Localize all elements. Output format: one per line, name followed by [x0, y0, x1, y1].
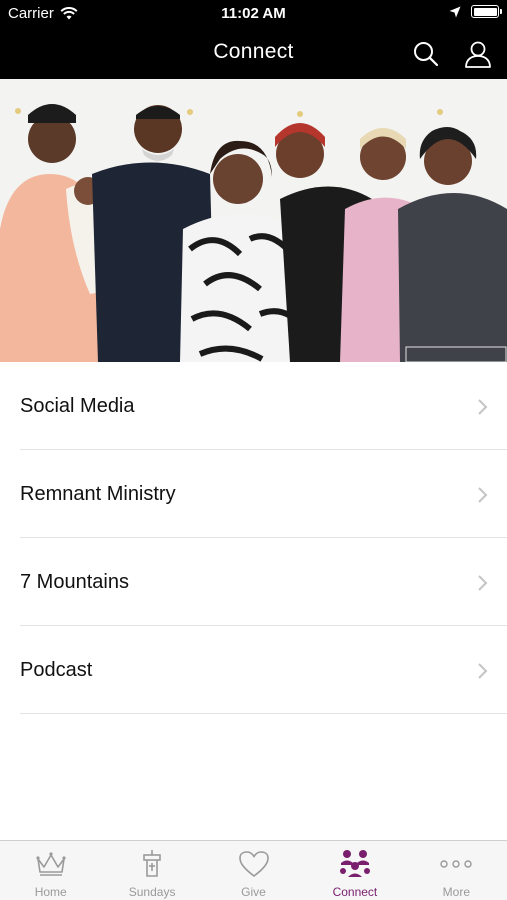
menu-item-social-media[interactable]: Social Media	[0, 362, 507, 450]
tab-label: Give	[241, 885, 266, 899]
group-photo-illustration	[0, 79, 507, 362]
menu-item-7-mountains[interactable]: 7 Mountains	[0, 538, 507, 626]
pulpit-icon	[135, 849, 169, 879]
chevron-right-icon	[478, 399, 488, 415]
tab-connect[interactable]: Connect	[304, 841, 405, 900]
profile-icon	[465, 41, 491, 68]
hero-group-photo	[0, 79, 507, 362]
status-right	[449, 5, 502, 18]
tab-bar: Home Sundays Give Connect More	[0, 840, 507, 900]
location-arrow-icon	[449, 6, 461, 17]
status-bar: Carrier 11:02 AM	[0, 0, 507, 28]
tab-label: More	[442, 885, 470, 899]
battery-icon	[471, 5, 502, 18]
connect-menu-list: Social Media Remnant Ministry 7 Mountain…	[0, 362, 507, 714]
menu-item-label: Social Media	[20, 395, 135, 417]
search-icon	[414, 42, 439, 67]
menu-item-label: Podcast	[20, 659, 93, 681]
profile-button[interactable]	[463, 39, 493, 69]
tab-more[interactable]: More	[406, 841, 507, 900]
menu-item-podcast[interactable]: Podcast	[0, 626, 507, 714]
menu-item-remnant-ministry[interactable]: Remnant Ministry	[0, 450, 507, 538]
menu-item-label: Remnant Ministry	[20, 483, 176, 505]
heart-icon	[237, 849, 271, 879]
chevron-right-icon	[478, 575, 488, 591]
crown-icon	[34, 849, 68, 879]
search-button[interactable]	[412, 40, 440, 68]
chevron-right-icon	[478, 487, 488, 503]
tab-label: Home	[34, 885, 67, 899]
tab-give[interactable]: Give	[203, 841, 304, 900]
clock: 11:02 AM	[221, 5, 286, 22]
tab-home[interactable]: Home	[0, 841, 101, 900]
tab-sundays[interactable]: Sundays	[101, 841, 202, 900]
more-dots-icon	[439, 849, 473, 879]
separator	[20, 713, 507, 714]
tab-label: Connect	[332, 885, 378, 899]
navigation-bar: Connect	[0, 28, 507, 79]
tab-label: Sundays	[128, 885, 176, 899]
chevron-right-icon	[478, 663, 488, 679]
menu-item-label: 7 Mountains	[20, 571, 129, 593]
people-icon	[338, 849, 372, 879]
